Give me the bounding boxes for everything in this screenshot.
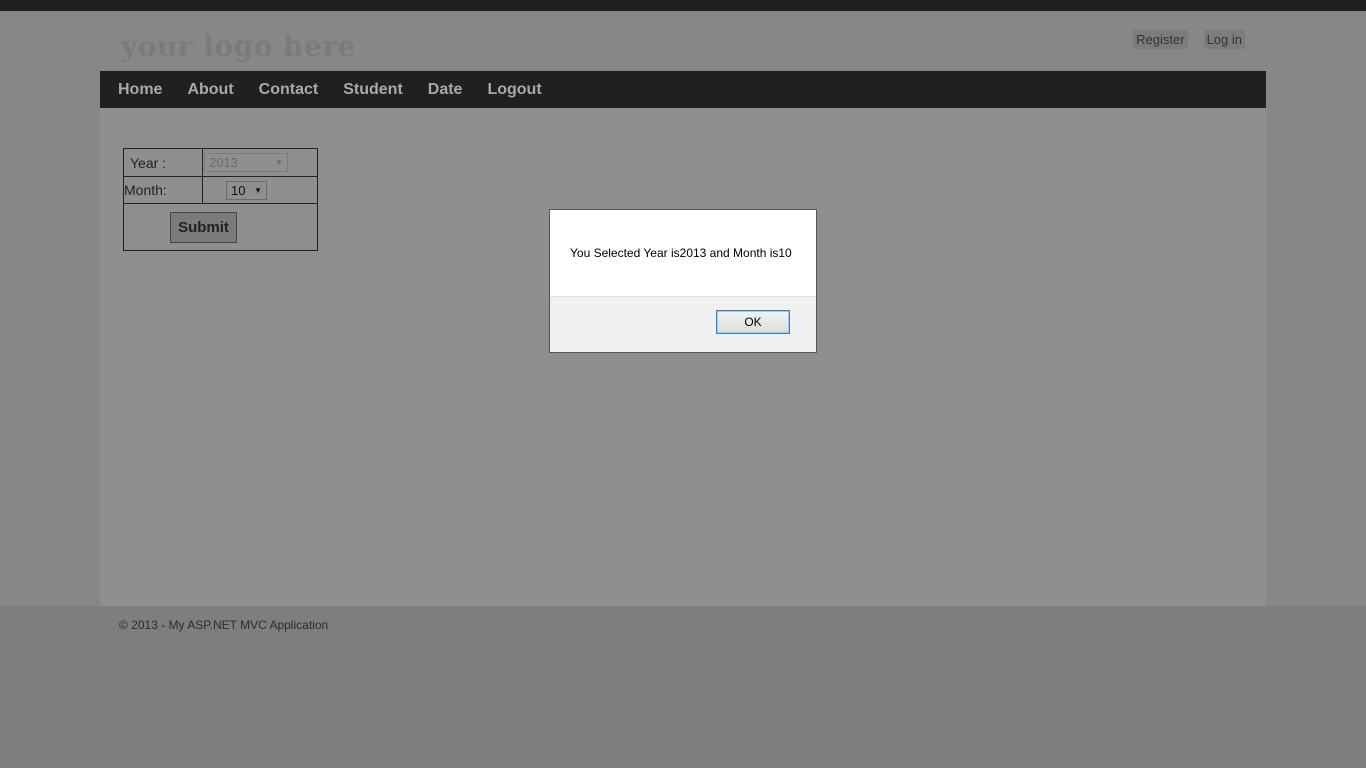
login-area: Register Log in (1133, 30, 1245, 49)
date-form: Year : 2013 ▼ Month: 10 ▼ Submit (123, 148, 318, 251)
nav-item-student[interactable]: Student (343, 81, 403, 99)
ok-button[interactable]: OK (716, 310, 790, 334)
year-cell: 2013 ▼ (202, 148, 318, 177)
year-select-value: 2013 (209, 155, 238, 170)
main-navbar: Home About Contact Student Date Logout (100, 71, 1266, 108)
nav-item-home[interactable]: Home (118, 81, 162, 99)
alert-message: You Selected Year is2013 and Month is10 (570, 246, 792, 260)
month-select[interactable]: 10 ▼ (226, 180, 267, 200)
footer-copyright: © 2013 - My ASP.NET MVC Application (119, 618, 329, 632)
register-link[interactable]: Register (1133, 30, 1188, 49)
month-cell: 10 ▼ (202, 176, 318, 204)
month-label: Month: (123, 176, 203, 204)
nav-item-about[interactable]: About (187, 81, 233, 99)
nav-item-date[interactable]: Date (428, 81, 463, 99)
nav-item-logout[interactable]: Logout (487, 81, 541, 99)
month-select-value: 10 (231, 182, 246, 198)
site-logo[interactable]: your logo here (121, 30, 356, 63)
top-strip (0, 0, 1366, 11)
chevron-down-icon: ▼ (254, 185, 262, 195)
year-select[interactable]: 2013 ▼ (204, 153, 288, 172)
submit-cell: Submit (123, 203, 318, 251)
alert-dialog: You Selected Year is2013 and Month is10 … (549, 209, 817, 353)
login-link[interactable]: Log in (1203, 30, 1245, 49)
submit-button[interactable]: Submit (170, 211, 237, 243)
nav-item-contact[interactable]: Contact (259, 81, 319, 99)
chevron-down-icon: ▼ (275, 158, 283, 167)
alert-dialog-body: You Selected Year is2013 and Month is10 (550, 210, 816, 297)
year-label: Year : (123, 148, 203, 177)
